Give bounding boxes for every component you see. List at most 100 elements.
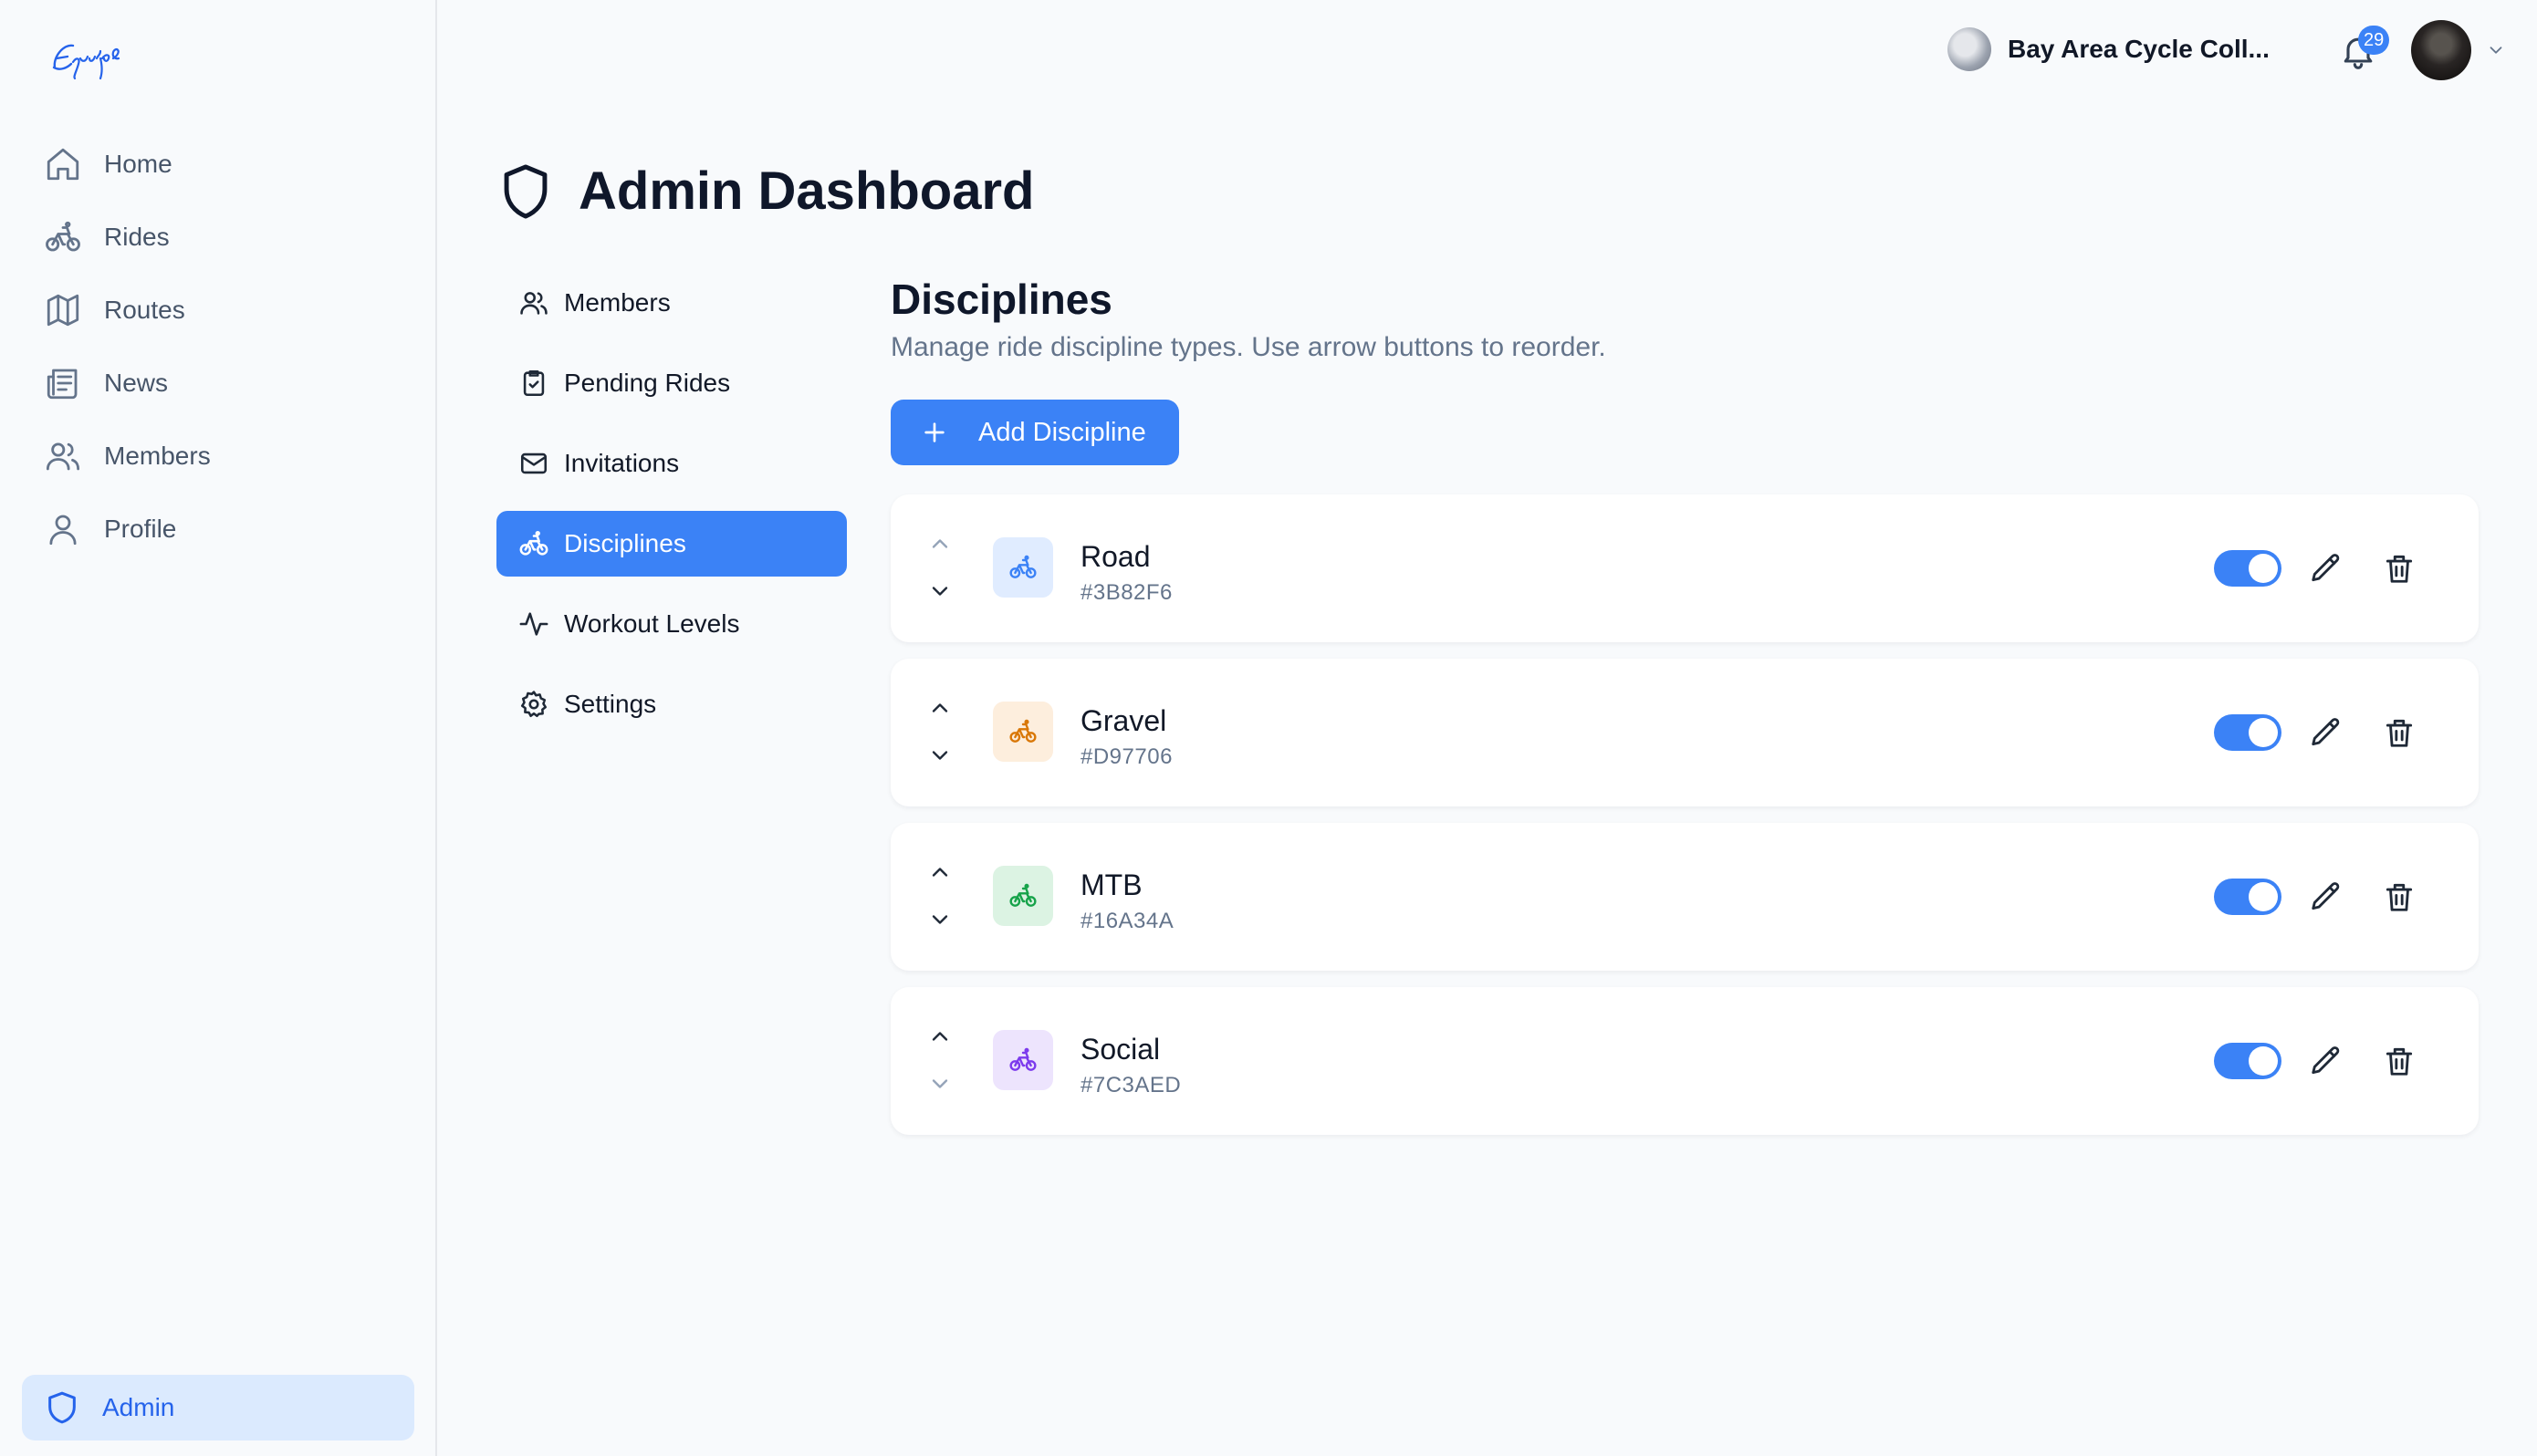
disciplines-panel: Disciplines Manage ride discipline types… [891, 270, 2479, 1151]
add-discipline-label: Add Discipline [978, 417, 1146, 447]
move-up-button[interactable] [927, 1024, 953, 1049]
plus-icon [924, 422, 945, 442]
move-down-button[interactable] [927, 578, 953, 604]
discipline-color-code: #7C3AED [1081, 1073, 1182, 1097]
shield-icon [504, 163, 548, 219]
top-bar: Bay Area Cycle Coll... 29 [1947, 0, 2537, 102]
move-up-button[interactable] [927, 695, 953, 721]
app-logo[interactable] [46, 31, 128, 82]
move-down-button[interactable] [927, 907, 953, 932]
move-up-button[interactable] [927, 531, 953, 556]
tab-settings[interactable]: Settings [496, 671, 847, 737]
users-icon [46, 442, 80, 471]
sidebar-item-admin[interactable]: Admin [22, 1375, 414, 1440]
user-icon [49, 515, 77, 546]
bike-icon [1009, 719, 1037, 743]
sidebar-item-label: News [104, 369, 169, 397]
toggle-knob [2249, 1046, 2278, 1076]
sidebar-item-profile[interactable]: Profile [24, 493, 414, 566]
bike-icon [1009, 1047, 1037, 1071]
discipline-color-code: #16A34A [1081, 909, 1175, 933]
discipline-row: Social #7C3AED [891, 987, 2479, 1135]
chevron-down-icon[interactable] [2486, 40, 2506, 60]
toggle-knob [2249, 554, 2278, 583]
user-avatar[interactable] [2411, 20, 2471, 80]
discipline-row: MTB #16A34A [891, 823, 2479, 971]
tab-members[interactable]: Members [496, 270, 847, 336]
discipline-name: Gravel [1081, 704, 1167, 737]
home-icon [47, 148, 79, 181]
mail-icon [520, 452, 548, 474]
pencil-icon[interactable] [2309, 551, 2344, 586]
discipline-enabled-toggle[interactable] [2214, 550, 2281, 587]
sidebar-item-label: Rides [104, 223, 170, 251]
pencil-icon[interactable] [2309, 879, 2344, 914]
move-up-button[interactable] [927, 859, 953, 885]
toggle-knob [2249, 718, 2278, 747]
discipline-enabled-toggle[interactable] [2214, 1043, 2281, 1079]
discipline-icon [993, 537, 1053, 598]
toggle-knob [2249, 882, 2278, 911]
page-header: Admin Dashboard [498, 161, 1035, 222]
activity-icon [519, 612, 548, 636]
tab-pending-rides[interactable]: Pending Rides [496, 350, 847, 416]
org-avatar [1947, 27, 1991, 71]
newspaper-icon [47, 369, 78, 400]
discipline-row: Road #3B82F6 [891, 494, 2479, 642]
tab-label: Invitations [564, 449, 680, 477]
discipline-name: Social [1081, 1033, 1161, 1066]
trash-icon[interactable] [2382, 551, 2417, 586]
tab-disciplines[interactable]: Disciplines [496, 511, 847, 577]
move-down-button[interactable] [927, 1071, 953, 1097]
sidebar-item-label: Routes [104, 296, 185, 324]
tab-label: Members [564, 288, 671, 317]
sidebar-item-label: Home [104, 150, 172, 178]
discipline-list: Road #3B82F6 Gravel #D97706 MTB #16A34A … [891, 494, 2479, 1135]
discipline-icon [993, 866, 1053, 926]
sidebar: Home Rides Routes News Members Profile A… [0, 0, 437, 1456]
pencil-icon[interactable] [2309, 715, 2344, 750]
discipline-enabled-toggle[interactable] [2214, 714, 2281, 751]
bike-icon [46, 221, 80, 252]
pencil-icon[interactable] [2309, 1044, 2344, 1078]
admin-subnav: Members Pending Rides Invitations Discip… [496, 270, 847, 752]
trash-icon[interactable] [2382, 715, 2417, 750]
trash-icon[interactable] [2382, 879, 2417, 914]
sidebar-item-home[interactable]: Home [24, 128, 414, 201]
sidebar-item-members[interactable]: Members [24, 420, 414, 493]
org-switcher[interactable]: Bay Area Cycle Coll... [1947, 27, 2270, 71]
tab-label: Pending Rides [564, 369, 731, 397]
bike-icon [519, 530, 548, 556]
tab-label: Disciplines [564, 529, 686, 557]
map-icon [47, 294, 79, 327]
page-title: Admin Dashboard [579, 161, 1035, 221]
tab-workout-levels[interactable]: Workout Levels [496, 591, 847, 657]
add-discipline-button[interactable]: Add Discipline [891, 400, 1179, 465]
section-title: Disciplines [891, 276, 1112, 323]
tab-label: Settings [564, 690, 657, 718]
section-subtitle: Manage ride discipline types. Use arrow … [891, 332, 1606, 362]
discipline-color-code: #D97706 [1081, 744, 1173, 769]
org-name: Bay Area Cycle Coll... [2008, 35, 2270, 63]
users-icon [520, 292, 548, 315]
bike-icon [1009, 555, 1037, 578]
sidebar-item-routes[interactable]: Routes [24, 274, 414, 347]
tab-invitations[interactable]: Invitations [496, 431, 847, 496]
sidebar-item-news[interactable]: News [24, 347, 414, 420]
shield-icon [48, 1391, 76, 1424]
discipline-enabled-toggle[interactable] [2214, 879, 2281, 915]
sidebar-item-label: Admin [102, 1393, 175, 1421]
clipboard-check-icon [523, 369, 545, 397]
discipline-icon [993, 1030, 1053, 1090]
gear-icon [520, 691, 548, 718]
sidebar-item-rides[interactable]: Rides [24, 201, 414, 274]
discipline-icon [993, 702, 1053, 762]
notification-badge: 29 [2358, 26, 2390, 55]
move-down-button[interactable] [927, 743, 953, 768]
sidebar-item-label: Members [104, 442, 211, 470]
discipline-name: Road [1081, 540, 1151, 573]
bike-icon [1009, 883, 1037, 907]
discipline-row: Gravel #D97706 [891, 659, 2479, 806]
discipline-color-code: #3B82F6 [1081, 580, 1173, 605]
trash-icon[interactable] [2382, 1044, 2417, 1078]
